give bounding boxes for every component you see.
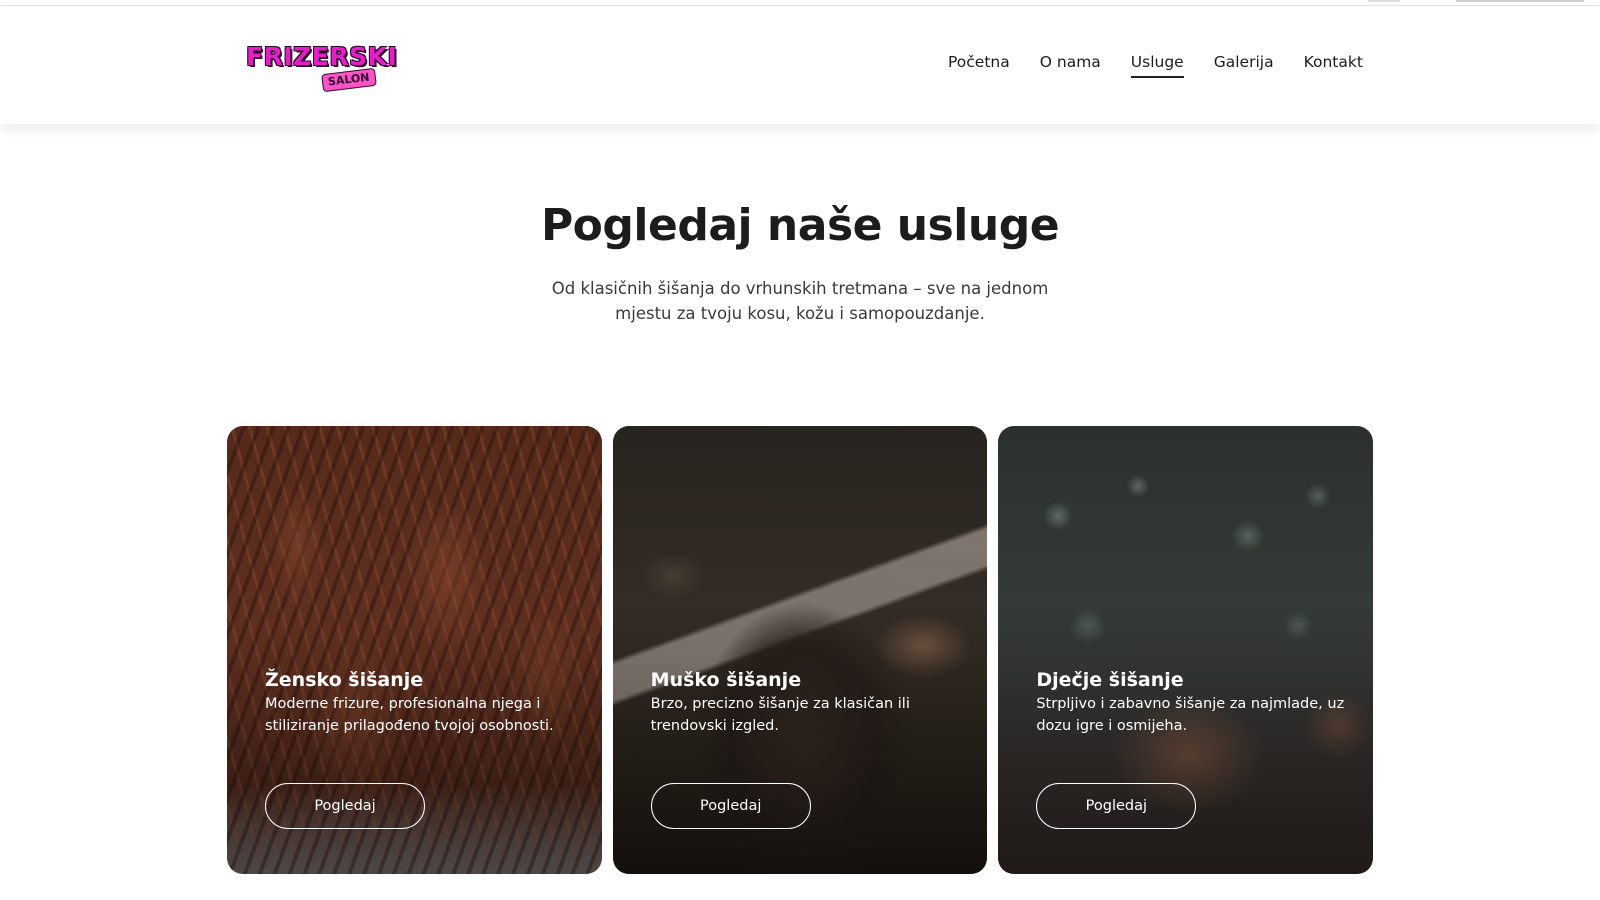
card-content: Dječje šišanje Strpljivo i zabavno šišan…	[1036, 668, 1346, 737]
card-title: Dječje šišanje	[1036, 669, 1184, 691]
logo-main-text: FRIZERSKI	[246, 42, 398, 71]
salon-logo[interactable]: FRIZERSKI SALON	[246, 42, 398, 96]
service-card-women: Žensko šišanje Moderne frizure, profesio…	[227, 426, 602, 874]
nav-item-pocetna[interactable]: Početna	[948, 53, 1010, 78]
view-button-kids[interactable]: Pogledaj	[1036, 783, 1197, 829]
service-card-kids: Dječje šišanje Strpljivo i zabavno šišan…	[998, 426, 1374, 874]
section-subtitle: Od klasičnih šišanja do vrhunskih tretma…	[551, 279, 1049, 323]
service-cards: Žensko šišanje Moderne frizure, profesio…	[227, 426, 1374, 874]
service-card-men: Muško šišanje Brzo, precizno šišanje za …	[612, 426, 988, 874]
nav-item-o-nama[interactable]: O nama	[1040, 53, 1101, 78]
card-title: Žensko šišanje	[265, 669, 424, 691]
site-header: FRIZERSKI SALON Početna O nama Usluge Ga…	[0, 6, 1600, 124]
nav-item-kontakt[interactable]: Kontakt	[1304, 53, 1363, 78]
nav-item-usluge[interactable]: Usluge	[1130, 53, 1184, 78]
top-line-segment	[1456, 0, 1584, 2]
card-content: Žensko šišanje Moderne frizure, profesio…	[265, 668, 575, 737]
main-nav: Početna O nama Usluge Galerija Kontakt	[948, 53, 1363, 78]
top-line-segment	[1368, 0, 1400, 2]
card-title: Muško šišanje	[650, 669, 802, 691]
card-description: Strpljivo i zabavno šišanje za najmlade,…	[1036, 696, 1345, 734]
card-description: Brzo, precizno šišanje za klasičan ili t…	[650, 696, 910, 734]
view-button-men[interactable]: Pogledaj	[650, 783, 811, 829]
logo-sub-text: SALON	[321, 67, 377, 93]
nav-item-galerija[interactable]: Galerija	[1214, 53, 1274, 78]
view-button-women[interactable]: Pogledaj	[265, 783, 425, 829]
card-content: Muško šišanje Brzo, precizno šišanje za …	[651, 668, 961, 737]
card-description: Moderne frizure, profesionalna njega i s…	[265, 696, 554, 734]
section-title: Pogledaj naše usluge	[540, 200, 1060, 251]
